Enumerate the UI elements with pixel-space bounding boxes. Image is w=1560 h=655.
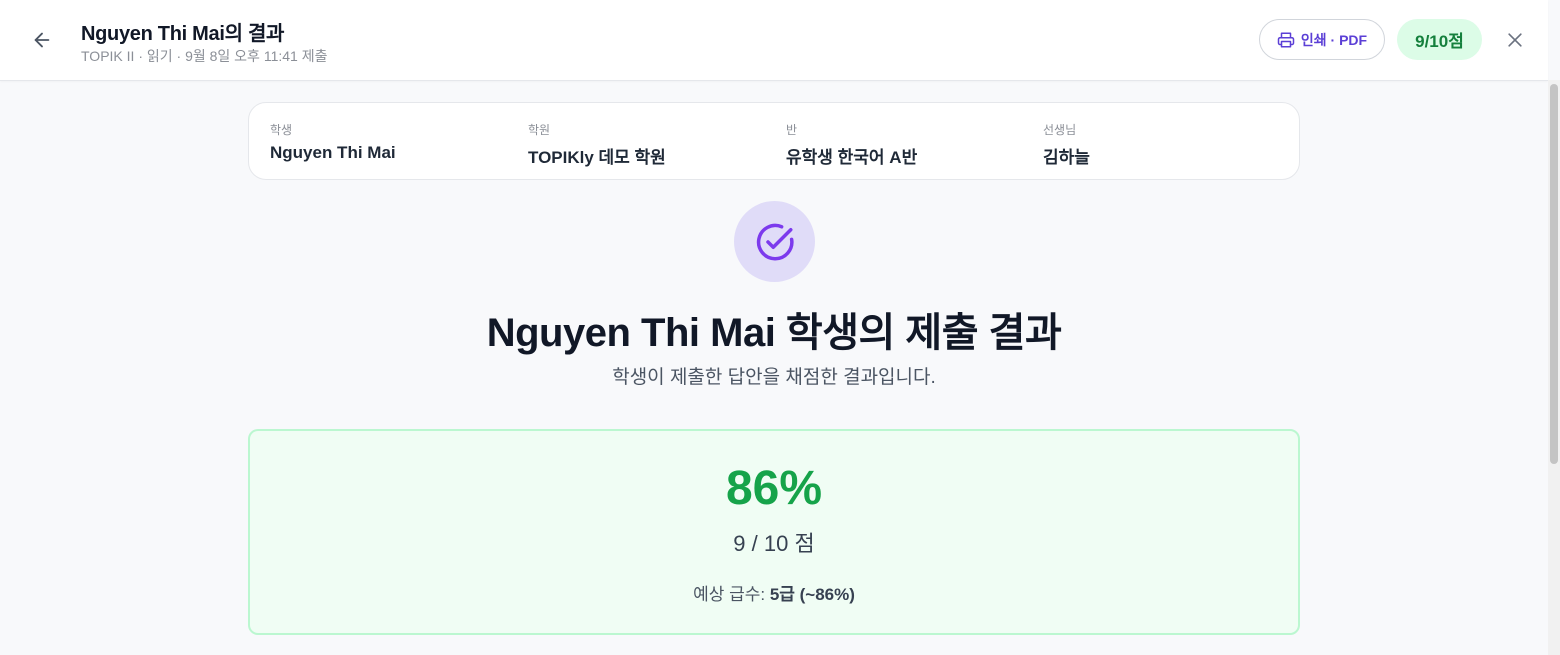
page-subtitle: TOPIK II · 읽기 · 9월 8일 오후 11:41 제출 — [81, 48, 328, 64]
result-heading: Nguyen Thi Mai 학생의 제출 결과 — [486, 311, 1062, 355]
page-title: Nguyen Thi Mai의 결과 — [81, 23, 285, 45]
info-class: 반 유학생 한국어 A반 — [786, 121, 917, 168]
print-pdf-button[interactable]: 인쇄 · PDF — [1259, 19, 1385, 60]
back-button[interactable] — [26, 24, 58, 56]
score-percent: 86% — [725, 462, 823, 515]
printer-icon — [1277, 32, 1295, 47]
info-value: TOPIKly 데모 학원 — [528, 148, 666, 167]
info-card: 학생 Nguyen Thi Mai 학원 TOPIKly 데모 학원 반 유학생… — [248, 102, 1300, 180]
result-status-badge — [734, 201, 815, 282]
info-label: 학원 — [528, 123, 551, 137]
info-student: 학생 Nguyen Thi Mai — [270, 121, 396, 163]
info-teacher: 선생님 김하늘 — [1043, 121, 1090, 168]
score-points: 9 / 10 점 — [733, 531, 815, 556]
result-description: 학생이 제출한 답안을 채점한 결과입니다. — [612, 367, 936, 388]
info-label: 선생님 — [1043, 123, 1077, 137]
header-bar: Nguyen Thi Mai의 결과 TOPIK II · 읽기 · 9월 8일… — [0, 0, 1548, 81]
close-button[interactable] — [1500, 25, 1530, 55]
scrollbar-thumb[interactable] — [1550, 84, 1558, 464]
info-academy: 학원 TOPIKly 데모 학원 — [528, 121, 666, 168]
info-value: 유학생 한국어 A반 — [786, 148, 918, 167]
check-circle-icon — [756, 223, 794, 260]
arrow-left-icon — [34, 32, 50, 48]
print-pdf-label: 인쇄 · PDF — [1300, 31, 1368, 48]
info-value: Nguyen Thi Mai — [270, 143, 396, 162]
info-label: 학생 — [270, 123, 293, 137]
expected-grade: 예상 급수: 5급 (~86%) — [250, 580, 1298, 605]
close-icon — [1508, 33, 1522, 47]
score-summary-card: 86% 9 / 10 점 예상 급수: 5급 (~86%) — [248, 429, 1300, 635]
expected-grade-label: 예상 급수: — [693, 585, 770, 604]
score-badge: 9/10점 — [1397, 19, 1482, 60]
info-label: 반 — [786, 123, 798, 137]
info-value: 김하늘 — [1043, 148, 1090, 167]
expected-grade-value: 5급 (~86%) — [769, 585, 855, 604]
